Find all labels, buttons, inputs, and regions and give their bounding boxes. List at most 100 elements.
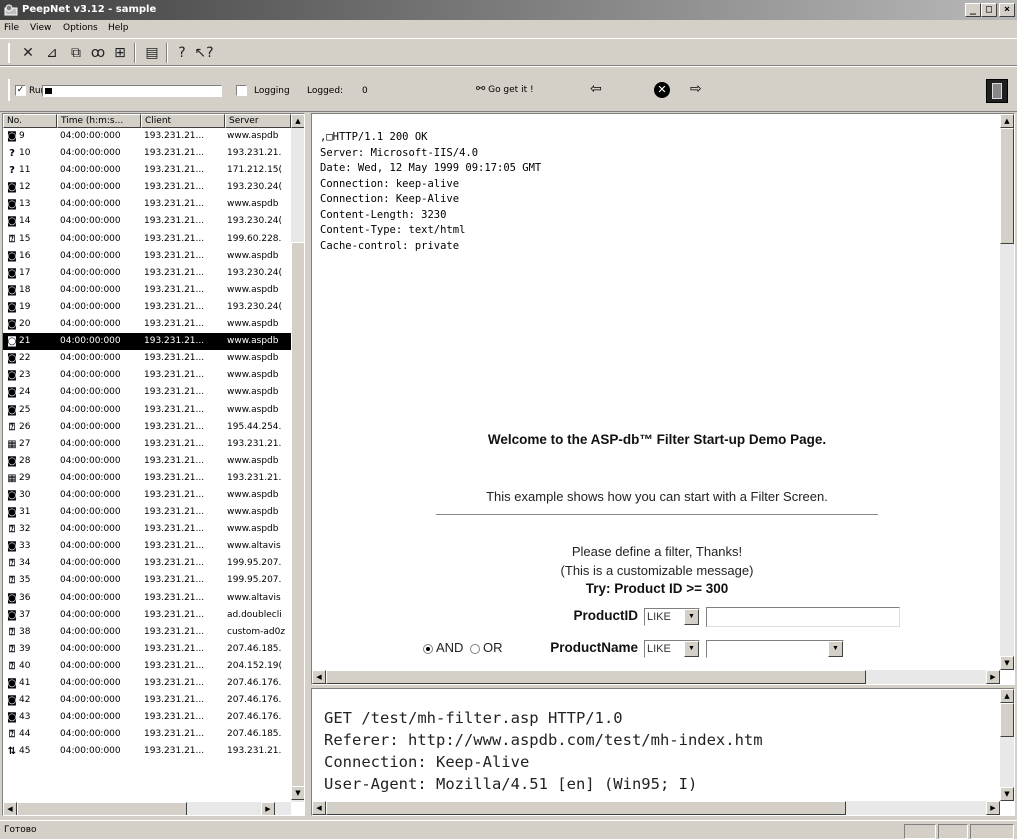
request-horizontal-scrollbar[interactable]: ◀ ▶ <box>312 801 1000 815</box>
scroll-right-icon[interactable]: ▶ <box>986 670 1000 684</box>
forward-arrow-icon[interactable]: ⇨ <box>690 81 702 97</box>
maximize-button[interactable]: □ <box>981 3 997 17</box>
help-icon[interactable]: ? <box>172 44 192 62</box>
table-row[interactable]: ▦ 27 04:00:00:000 193.231.21... 193.231.21. <box>3 436 291 453</box>
copy-icon[interactable]: ⧉ <box>66 44 86 62</box>
table-row[interactable]: ◙ 16 04:00:00:000 193.231.21... www.aspdb <box>3 248 291 265</box>
productname-select[interactable]: ▼ <box>706 640 844 658</box>
table-row[interactable]: ◙ 42 04:00:00:000 193.231.21... 207.46.176. <box>3 692 291 709</box>
table-row[interactable]: ⍰ 40 04:00:00:000 193.231.21... 204.152.19( <box>3 658 291 675</box>
chevron-down-icon[interactable]: ▼ <box>684 641 699 657</box>
filter-icon[interactable]: ⊞ <box>110 44 130 62</box>
chevron-down-icon[interactable]: ▼ <box>684 609 699 625</box>
scroll-up-icon[interactable]: ▲ <box>1000 114 1014 128</box>
table-row[interactable]: ◙ 13 04:00:00:000 193.231.21... www.aspdb <box>3 196 291 213</box>
scroll-down-icon[interactable]: ▼ <box>1000 656 1014 670</box>
table-row[interactable]: ◙ 23 04:00:00:000 193.231.21... www.aspdb <box>3 367 291 384</box>
table-row[interactable]: ◙ 37 04:00:00:000 193.231.21... ad.doublecli <box>3 607 291 624</box>
scroll-thumb[interactable] <box>1000 128 1014 244</box>
table-row[interactable]: ◙ 25 04:00:00:000 193.231.21... www.aspdb <box>3 402 291 419</box>
table-row[interactable]: ? 11 04:00:00:000 193.231.21... 171.212.15( <box>3 162 291 179</box>
go-get-it-button[interactable]: ⚯ Go get it ! <box>476 82 534 95</box>
table-row[interactable]: ⍰ 35 04:00:00:000 193.231.21... 199.95.207. <box>3 572 291 589</box>
table-row[interactable]: ◙ 24 04:00:00:000 193.231.21... www.aspdb <box>3 384 291 401</box>
table-row[interactable]: ◙ 41 04:00:00:000 193.231.21... 207.46.176. <box>3 675 291 692</box>
scroll-thumb[interactable] <box>1000 703 1014 737</box>
chevron-down-icon[interactable]: ▼ <box>828 641 843 657</box>
scroll-down-icon[interactable]: ▼ <box>1000 787 1014 801</box>
find-icon[interactable]: ꝏ <box>88 44 108 62</box>
or-radio[interactable] <box>470 644 480 654</box>
close-button[interactable]: × <box>999 3 1015 17</box>
table-row[interactable]: ⍰ 32 04:00:00:000 193.231.21... www.aspdb <box>3 521 291 538</box>
scroll-thumb[interactable] <box>326 801 846 815</box>
table-row[interactable]: ⍰ 38 04:00:00:000 193.231.21... custom-ad0z <box>3 624 291 641</box>
table-row[interactable]: ◙ 18 04:00:00:000 193.231.21... www.aspdb <box>3 282 291 299</box>
table-row[interactable]: ◙ 21 04:00:00:000 193.231.21... www.aspdb <box>3 333 291 351</box>
context-help-icon[interactable]: ↖? <box>194 44 214 62</box>
scroll-up-icon[interactable]: ▲ <box>291 114 304 128</box>
table-row[interactable]: ◙ 30 04:00:00:000 193.231.21... www.aspdb <box>3 487 291 504</box>
scroll-left-icon[interactable]: ◀ <box>312 670 326 684</box>
column-header-no[interactable]: No. <box>3 114 57 128</box>
table-row[interactable]: ⍰ 44 04:00:00:000 193.231.21... 207.46.185. <box>3 726 291 743</box>
table-row[interactable]: ◙ 19 04:00:00:000 193.231.21... 193.230.24( <box>3 299 291 316</box>
list-vertical-scrollbar[interactable]: ▲ ▼ <box>291 114 304 802</box>
menu-file[interactable]: File <box>4 23 19 33</box>
scroll-left-icon[interactable]: ◀ <box>312 801 326 815</box>
cancel-icon[interactable]: ✕ <box>654 82 670 98</box>
table-row[interactable]: ◙ 17 04:00:00:000 193.231.21... 193.230.24( <box>3 265 291 282</box>
table-row[interactable]: ⇅ 45 04:00:00:000 193.231.21... 193.231.21. <box>3 743 291 760</box>
response-panel[interactable]: ,□HTTP/1.1 200 OK Server: Microsoft-IIS/4… <box>311 113 1015 685</box>
menu-options[interactable]: Options <box>63 23 98 33</box>
run-checkbox[interactable]: ✓ <box>15 85 26 96</box>
logging-checkbox[interactable] <box>236 85 247 96</box>
open-icon[interactable]: ⊿ <box>42 44 62 62</box>
scroll-right-icon[interactable]: ▶ <box>261 802 275 815</box>
properties-icon[interactable]: ▤ <box>142 44 162 62</box>
table-row[interactable]: ◙ 20 04:00:00:000 193.231.21... www.aspdb <box>3 316 291 333</box>
table-row[interactable]: ◙ 22 04:00:00:000 193.231.21... www.aspdb <box>3 350 291 367</box>
table-row[interactable]: ◙ 14 04:00:00:000 193.231.21... 193.230.24( <box>3 213 291 230</box>
table-row[interactable]: ? 10 04:00:00:000 193.231.21... 193.231.21. <box>3 145 291 162</box>
productid-operator-select[interactable]: LIKE ▼ <box>644 608 700 626</box>
scroll-right-icon[interactable]: ▶ <box>986 801 1000 815</box>
table-row[interactable]: ⍰ 26 04:00:00:000 193.231.21... 195.44.254. <box>3 419 291 436</box>
table-row[interactable]: ⍰ 39 04:00:00:000 193.231.21... 207.46.185. <box>3 641 291 658</box>
table-row[interactable]: ⍰ 15 04:00:00:000 193.231.21... 199.60.228. <box>3 231 291 248</box>
back-arrow-icon[interactable]: ⇦ <box>590 81 602 97</box>
minimize-button[interactable]: _ <box>965 3 981 17</box>
productname-operator-select[interactable]: LIKE ▼ <box>644 640 700 658</box>
scroll-up-icon[interactable]: ▲ <box>1000 689 1014 703</box>
response-horizontal-scrollbar[interactable]: ◀ ▶ <box>312 670 1000 684</box>
table-row[interactable]: ⍰ 34 04:00:00:000 193.231.21... 199.95.207. <box>3 555 291 572</box>
title-bar[interactable]: PeepNet v3.12 - sample _ □ × <box>0 0 1017 20</box>
request-panel[interactable]: GET /test/mh-filter.asp HTTP/1.0 Referer:… <box>311 688 1015 816</box>
productid-input[interactable] <box>706 607 900 627</box>
scroll-thumb[interactable] <box>326 670 866 684</box>
column-header-time[interactable]: Time (h:m:s... <box>57 114 141 128</box>
request-vertical-scrollbar[interactable]: ▲ ▼ <box>1000 689 1014 801</box>
scroll-down-icon[interactable]: ▼ <box>291 786 304 800</box>
scroll-thumb[interactable] <box>17 802 187 815</box>
table-row[interactable]: ◙ 9 04:00:00:000 193.231.21... www.aspdb <box>3 128 291 145</box>
table-row[interactable]: ◙ 12 04:00:00:000 193.231.21... 193.230.24( <box>3 179 291 196</box>
table-row[interactable]: ◙ 28 04:00:00:000 193.231.21... www.aspdb <box>3 453 291 470</box>
and-radio[interactable] <box>423 644 433 654</box>
table-row[interactable]: ▦ 29 04:00:00:000 193.231.21... 193.231.21. <box>3 470 291 487</box>
response-header-line: Cache-control: private <box>320 239 460 252</box>
delete-icon[interactable]: ✕ <box>18 44 38 62</box>
table-row[interactable]: ◙ 31 04:00:00:000 193.231.21... www.aspdb <box>3 504 291 521</box>
table-row[interactable]: ◙ 33 04:00:00:000 193.231.21... www.altavis <box>3 538 291 555</box>
scroll-thumb[interactable] <box>291 242 304 787</box>
scroll-left-icon[interactable]: ◀ <box>3 802 17 815</box>
request-list[interactable]: No. Time (h:m:s... Client Server ◙ 9 04:00… <box>2 113 305 816</box>
table-row[interactable]: ◙ 36 04:00:00:000 193.231.21... www.altavis <box>3 590 291 607</box>
response-vertical-scrollbar[interactable]: ▲ ▼ <box>1000 114 1014 670</box>
menu-view[interactable]: View <box>30 23 51 33</box>
menu-help[interactable]: Help <box>108 23 129 33</box>
list-horizontal-scrollbar[interactable]: ◀ ▶ <box>3 802 291 815</box>
column-header-server[interactable]: Server <box>225 114 291 128</box>
table-row[interactable]: ◙ 43 04:00:00:000 193.231.21... 207.46.176. <box>3 709 291 726</box>
column-header-client[interactable]: Client <box>141 114 225 128</box>
